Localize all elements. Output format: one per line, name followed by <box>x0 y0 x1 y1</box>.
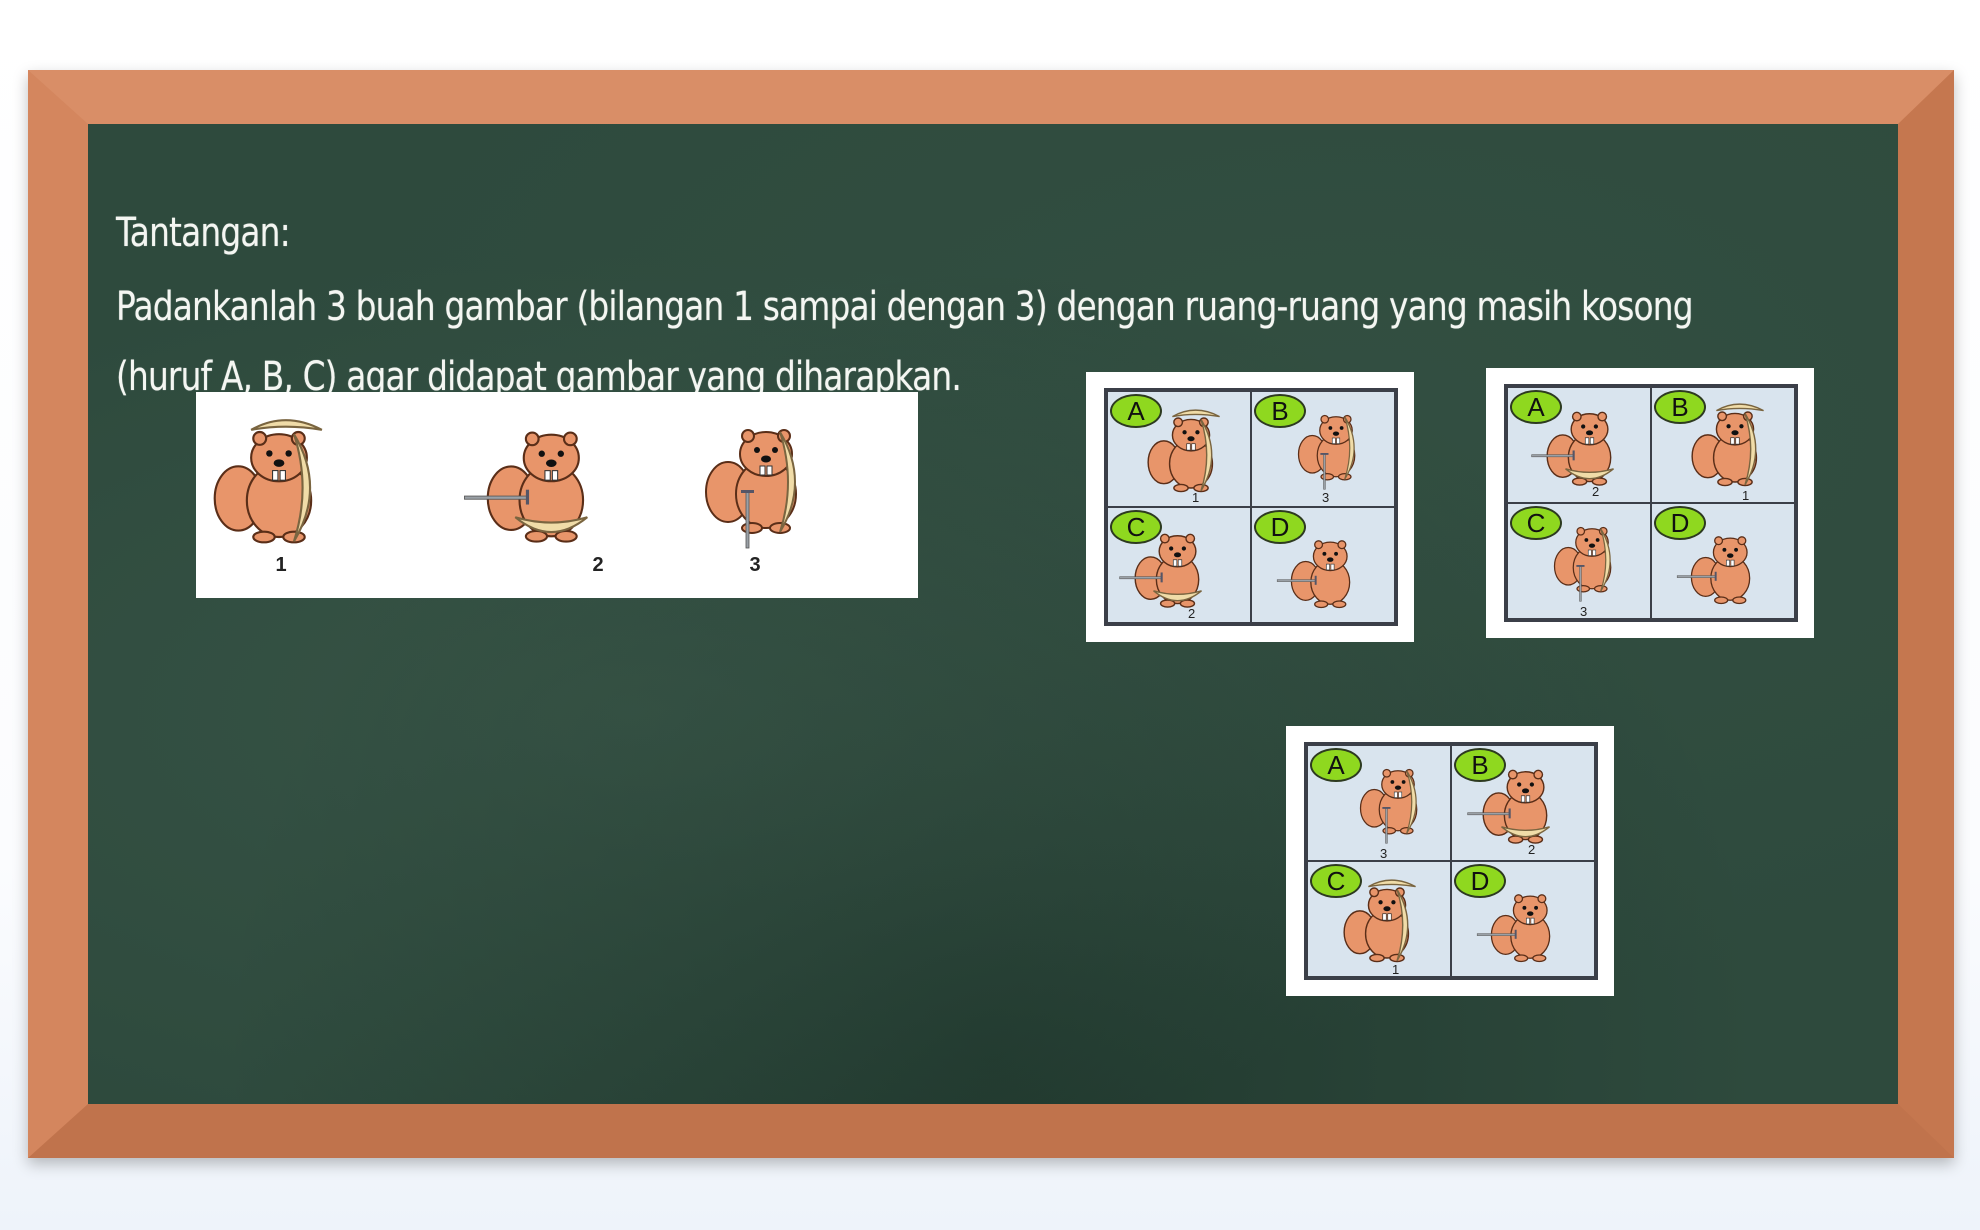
cell-number: 3 <box>1322 490 1330 505</box>
cell-letter-badge: B <box>1254 394 1306 428</box>
pieces-panel: 1 2 3 <box>196 392 918 598</box>
cell-letter-badge: B <box>1654 390 1706 424</box>
cell-number: 1 <box>1392 962 1400 977</box>
beaver-with-sword-icon <box>705 429 797 549</box>
cell-letter-badge: B <box>1454 748 1506 782</box>
grid-cell-c[interactable]: C 3 <box>1507 503 1651 619</box>
cell-letter-badge: D <box>1454 864 1506 898</box>
cell-letter-badge: C <box>1510 506 1562 540</box>
cell-number: 2 <box>1528 842 1536 857</box>
option-grid-1[interactable]: A 1 B 3 C 2 D <box>1086 372 1414 642</box>
grid-cell-a[interactable]: A 2 <box>1507 387 1651 503</box>
grid-cell-d: D <box>1251 507 1395 623</box>
beaver-with-shield-icon <box>213 419 323 544</box>
piece-number: 3 <box>749 554 761 576</box>
cell-letter-badge: D <box>1254 510 1306 544</box>
grid-cell-d: D <box>1651 503 1795 619</box>
cell-number: 1 <box>1742 488 1750 503</box>
cell-letter-badge: A <box>1110 394 1162 428</box>
grid-cell-a[interactable]: A 1 <box>1107 391 1251 507</box>
cell-letter-badge: A <box>1510 390 1562 424</box>
option-grid-3[interactable]: A 3 B 2 C 1 D <box>1286 726 1614 996</box>
challenge-heading: Tantangan: <box>116 210 291 256</box>
grid-cell-c[interactable]: C 1 <box>1307 861 1451 977</box>
grid-cell-c[interactable]: C 2 <box>1107 507 1251 623</box>
grid: A 3 B 2 C 1 D <box>1304 742 1598 980</box>
cell-number: 2 <box>1188 606 1196 621</box>
grid-cell-a[interactable]: A 3 <box>1307 745 1451 861</box>
beaver-with-sword-icon <box>1359 768 1418 844</box>
piece-2[interactable]: 2 <box>456 392 656 598</box>
grid-cell-b[interactable]: B 3 <box>1251 391 1395 507</box>
piece-number: 2 <box>592 554 604 576</box>
piece-3[interactable]: 3 <box>696 392 896 598</box>
cell-letter-badge: D <box>1654 506 1706 540</box>
cell-number: 2 <box>1592 484 1600 499</box>
option-grid-2[interactable]: A 2 B 1 C 3 D <box>1486 368 1814 638</box>
piece-number: 1 <box>275 554 287 576</box>
piece-1[interactable]: 1 <box>204 392 404 598</box>
cell-letter-badge: C <box>1110 510 1162 544</box>
cell-letter-badge: A <box>1310 748 1362 782</box>
grid: A 2 B 1 C 3 D <box>1504 384 1798 622</box>
grid-cell-b[interactable]: B 2 <box>1451 745 1595 861</box>
beaver-with-sword-and-shield-icon <box>463 431 589 543</box>
grid-cell-b[interactable]: B 1 <box>1651 387 1795 503</box>
cell-number: 3 <box>1380 846 1388 861</box>
instruction-line-1: Padankanlah 3 buah gambar (bilangan 1 sa… <box>116 284 1694 330</box>
cell-number: 3 <box>1580 604 1588 619</box>
cell-letter-badge: C <box>1310 864 1362 898</box>
grid: A 1 B 3 C 2 D <box>1104 388 1398 626</box>
cell-number: 1 <box>1192 490 1200 505</box>
grid-cell-d: D <box>1451 861 1595 977</box>
